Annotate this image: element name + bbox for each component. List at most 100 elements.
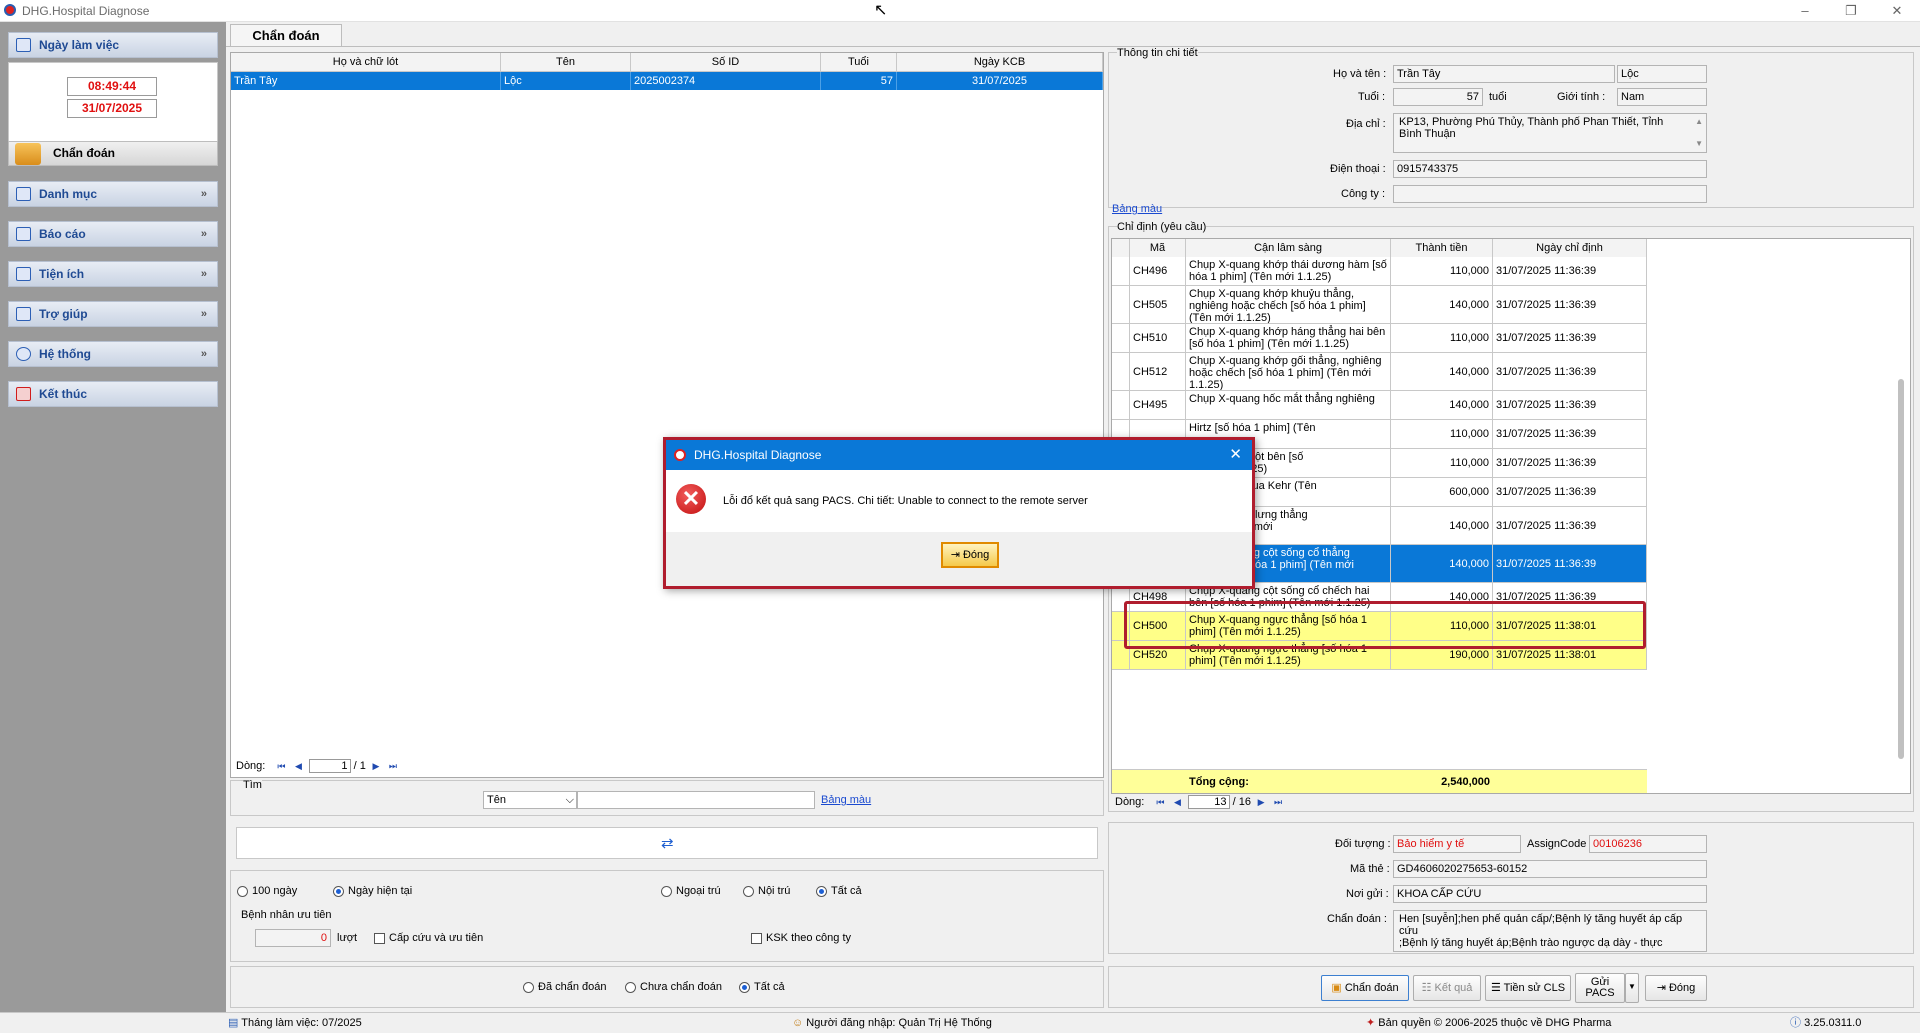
sidebar-item-chan-doan[interactable]: Chẩn đoán bbox=[8, 141, 218, 166]
order-row[interactable]: CH510 Chụp X-quang khớp háng thẳng hai bê… bbox=[1112, 324, 1647, 353]
dialog-dong-button[interactable]: ⇥ Đóng bbox=[941, 542, 999, 568]
prev-page-icon[interactable]: ◀ bbox=[1170, 795, 1184, 809]
cell-can-lam-sang: Chụp X-quang hốc mắt thẳng nghiêng bbox=[1186, 391, 1391, 419]
dialog-close-icon[interactable]: ✕ bbox=[1229, 440, 1242, 470]
search-field-select[interactable]: Tên ⌵ bbox=[483, 791, 577, 809]
refresh-button[interactable]: ⇄ bbox=[236, 827, 1098, 859]
order-row[interactable]: CH505 Chụp X-quang khớp khuỷu thẳng, nghi… bbox=[1112, 286, 1647, 324]
last-page-icon[interactable]: ⏭ bbox=[386, 759, 400, 773]
congty-field bbox=[1393, 185, 1707, 203]
maximize-button[interactable]: ❐ bbox=[1828, 0, 1874, 22]
diachi-label: Địa chỉ : bbox=[1346, 118, 1386, 130]
sidebar-item-danh-muc[interactable]: Danh mục» bbox=[8, 181, 218, 207]
col-ngay-kcb[interactable]: Ngày KCB bbox=[897, 53, 1103, 72]
status-month: ▤ Tháng làm việc: 07/2025 bbox=[228, 1017, 362, 1029]
col-tuoi[interactable]: Tuổi bbox=[821, 53, 897, 72]
first-page-icon[interactable]: ⏮ bbox=[1153, 795, 1167, 809]
row-indicator bbox=[1112, 324, 1130, 352]
filter-panel: 100 ngày Ngày hiện tại Ngoại trú Nội trú… bbox=[230, 870, 1104, 962]
radio-100-ngay[interactable]: 100 ngày bbox=[237, 885, 297, 897]
col-ngay-chi-dinh[interactable]: Ngày chỉ định bbox=[1493, 239, 1647, 258]
gui-pacs-button[interactable]: Gửi PACS bbox=[1575, 973, 1625, 1003]
app-icon bbox=[4, 4, 16, 16]
radio-tat-ca-2[interactable]: Tất cả bbox=[739, 981, 785, 993]
noigui-field: KHOA CẤP CỨU bbox=[1393, 885, 1707, 903]
cell-can-lam-sang: Chụp X-quang khớp khuỷu thẳng, nghiêng h… bbox=[1186, 286, 1391, 323]
sidebar-item-tro-giup[interactable]: Trợ giúp» bbox=[8, 301, 218, 327]
order-row[interactable]: CH512 Chụp X-quang khớp gối thẳng, nghiên… bbox=[1112, 353, 1647, 391]
pacs-dropdown-chevron-icon[interactable]: ▼ bbox=[1625, 973, 1639, 1003]
patient-grid: Họ và chữ lót Tên Số ID Tuổi Ngày KCB Tr… bbox=[230, 52, 1104, 778]
col-can-lam-sang[interactable]: Cận lâm sàng bbox=[1186, 239, 1391, 258]
sidebar-item-bao-cao[interactable]: Báo cáo» bbox=[8, 221, 218, 247]
col-so-id[interactable]: Số ID bbox=[631, 53, 821, 72]
checkbox-cap-cuu[interactable]: Cấp cứu và ưu tiên bbox=[374, 932, 483, 944]
result-icon: ☷ bbox=[1421, 982, 1432, 994]
ket-qua-button[interactable]: ☷ Kết quả bbox=[1413, 975, 1481, 1001]
chan-doan-button[interactable]: ▣ Chẩn đoán bbox=[1321, 975, 1409, 1001]
col-ma[interactable]: Mã bbox=[1130, 239, 1186, 258]
cell-thanh-tien: 110,000 bbox=[1391, 324, 1493, 352]
radio-ngoai-tru[interactable]: Ngoại trú bbox=[661, 885, 721, 897]
cell-thanh-tien: 110,000 bbox=[1391, 449, 1493, 477]
calendar-icon bbox=[16, 38, 31, 52]
radio-chua-chan-doan[interactable]: Chưa chẩn đoán bbox=[625, 981, 722, 993]
orders-total-row: Tổng cộng: 2,540,000 bbox=[1112, 769, 1647, 793]
cell-thanh-tien: 140,000 bbox=[1391, 353, 1493, 390]
help-icon bbox=[16, 307, 31, 321]
detail-label: Thông tin chi tiết bbox=[1117, 47, 1198, 59]
congty-label: Công ty : bbox=[1341, 188, 1386, 200]
mathe-label: Mã thẻ : bbox=[1350, 863, 1390, 875]
table-row[interactable]: Trần Tây Lộc 2025002374 57 31/07/2025 bbox=[231, 72, 1103, 90]
order-row[interactable]: CH495 Chụp X-quang hốc mắt thẳng nghiêng 1… bbox=[1112, 391, 1647, 420]
next-page-icon[interactable]: ▶ bbox=[369, 759, 383, 773]
cell-thanh-tien: 140,000 bbox=[1391, 545, 1493, 582]
sidebar-item-he-thong[interactable]: Hệ thống» bbox=[8, 341, 218, 367]
radio-tat-ca[interactable]: Tất cả bbox=[816, 885, 862, 897]
tab-chan-doan[interactable]: Chẩn đoán bbox=[230, 24, 342, 46]
hoten-label: Họ và tên : bbox=[1333, 68, 1387, 80]
ten-field: Lộc bbox=[1617, 65, 1707, 83]
last-page-icon[interactable]: ⏭ bbox=[1271, 795, 1285, 809]
exit-icon: ⇥ bbox=[950, 549, 960, 561]
orders-pager: Dòng: ⏮ ◀ 13 / 16 ▶ ⏭ bbox=[1115, 794, 1285, 810]
color-legend-link-2[interactable]: Bảng màu bbox=[1112, 203, 1162, 215]
prev-page-icon[interactable]: ◀ bbox=[291, 759, 305, 773]
chandoan-field: Hen [suyễn];hen phế quản cấp/;Bệnh lý tă… bbox=[1393, 910, 1707, 952]
sidebar-item-ket-thuc[interactable]: Kết thúc bbox=[8, 381, 218, 407]
power-icon bbox=[16, 387, 31, 401]
close-window-button[interactable]: ✕ bbox=[1874, 0, 1920, 22]
radio-noi-tru[interactable]: Nội trú bbox=[743, 885, 790, 897]
order-row[interactable]: CH496 Chụp X-quang khớp thái dương hàm [s… bbox=[1112, 257, 1647, 286]
first-page-icon[interactable]: ⏮ bbox=[274, 759, 288, 773]
radio-da-chan-doan[interactable]: Đã chẩn đoán bbox=[523, 981, 607, 993]
page-input[interactable]: 1 bbox=[308, 759, 351, 774]
company-logo-icon: ✦ bbox=[1366, 1017, 1376, 1029]
color-legend-link[interactable]: Bảng màu bbox=[821, 794, 871, 806]
minimize-button[interactable]: – bbox=[1782, 0, 1828, 22]
row-indicator-header bbox=[1112, 239, 1130, 258]
page-input[interactable]: 13 bbox=[1187, 795, 1230, 810]
dong-button[interactable]: ⇥ Đóng bbox=[1645, 975, 1707, 1001]
tien-su-cls-button[interactable]: ☰ Tiền sử CLS bbox=[1485, 975, 1571, 1001]
cell-ngay-chi-dinh: 31/07/2025 11:36:39 bbox=[1493, 545, 1647, 582]
cell-can-lam-sang: Chụp X-quang khớp háng thẳng hai bên [số… bbox=[1186, 324, 1391, 352]
radio-ngay-hien-tai[interactable]: Ngày hiện tại bbox=[333, 885, 412, 897]
row-indicator bbox=[1112, 257, 1130, 285]
row-indicator bbox=[1112, 353, 1130, 390]
scrollbar[interactable] bbox=[1898, 379, 1904, 759]
sidebar-item-tien-ich[interactable]: Tiện ích» bbox=[8, 261, 218, 287]
mathe-field: GD4606020275653-60152 bbox=[1393, 860, 1707, 878]
assign-label: AssignCode bbox=[1527, 838, 1587, 850]
utility-icon bbox=[16, 267, 31, 281]
page-total: 1 bbox=[359, 760, 366, 772]
dialog-body: ✕ Lỗi đổ kết quả sang PACS. Chi tiết: Un… bbox=[666, 470, 1252, 532]
next-page-icon[interactable]: ▶ bbox=[1254, 795, 1268, 809]
cell-ngay-chi-dinh: 31/07/2025 11:36:39 bbox=[1493, 286, 1647, 323]
col-thanh-tien[interactable]: Thành tiền bbox=[1391, 239, 1493, 258]
col-ten[interactable]: Tên bbox=[501, 53, 631, 72]
search-input[interactable] bbox=[577, 791, 815, 809]
col-ho[interactable]: Họ và chữ lót bbox=[231, 53, 501, 72]
checkbox-ksk[interactable]: KSK theo công ty bbox=[751, 932, 851, 944]
row-indicator bbox=[1112, 391, 1130, 419]
